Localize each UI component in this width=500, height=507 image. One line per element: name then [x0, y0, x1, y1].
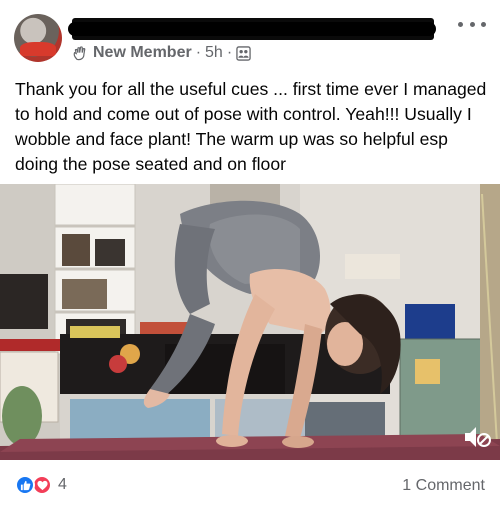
group-icon: [236, 45, 251, 61]
author-avatar[interactable]: [14, 14, 62, 62]
wave-hand-icon: [73, 45, 86, 60]
author-name-redacted[interactable]: [68, 18, 436, 40]
member-label[interactable]: New Member: [93, 44, 192, 62]
video-frame: [0, 184, 500, 460]
reactions-summary[interactable]: 4: [15, 475, 67, 495]
post-footer: 4 1 Comment: [0, 465, 500, 507]
like-icon: [15, 475, 35, 495]
love-icon: [32, 475, 52, 495]
post-meta: New Member · 5h ·: [72, 44, 251, 62]
post-body: Thank you for all the useful cues ... fi…: [15, 79, 487, 174]
comment-count-link[interactable]: 1 Comment: [402, 477, 485, 495]
meta-separator: ·: [195, 44, 202, 61]
post-header: New Member · 5h ·: [0, 0, 500, 72]
reaction-count: 4: [58, 476, 67, 493]
mute-icon[interactable]: [462, 422, 492, 452]
post-video[interactable]: [0, 184, 500, 460]
more-dots-icon[interactable]: [458, 14, 486, 34]
post-time[interactable]: 5h: [205, 44, 223, 62]
meta-separator-2: ·: [226, 44, 233, 61]
